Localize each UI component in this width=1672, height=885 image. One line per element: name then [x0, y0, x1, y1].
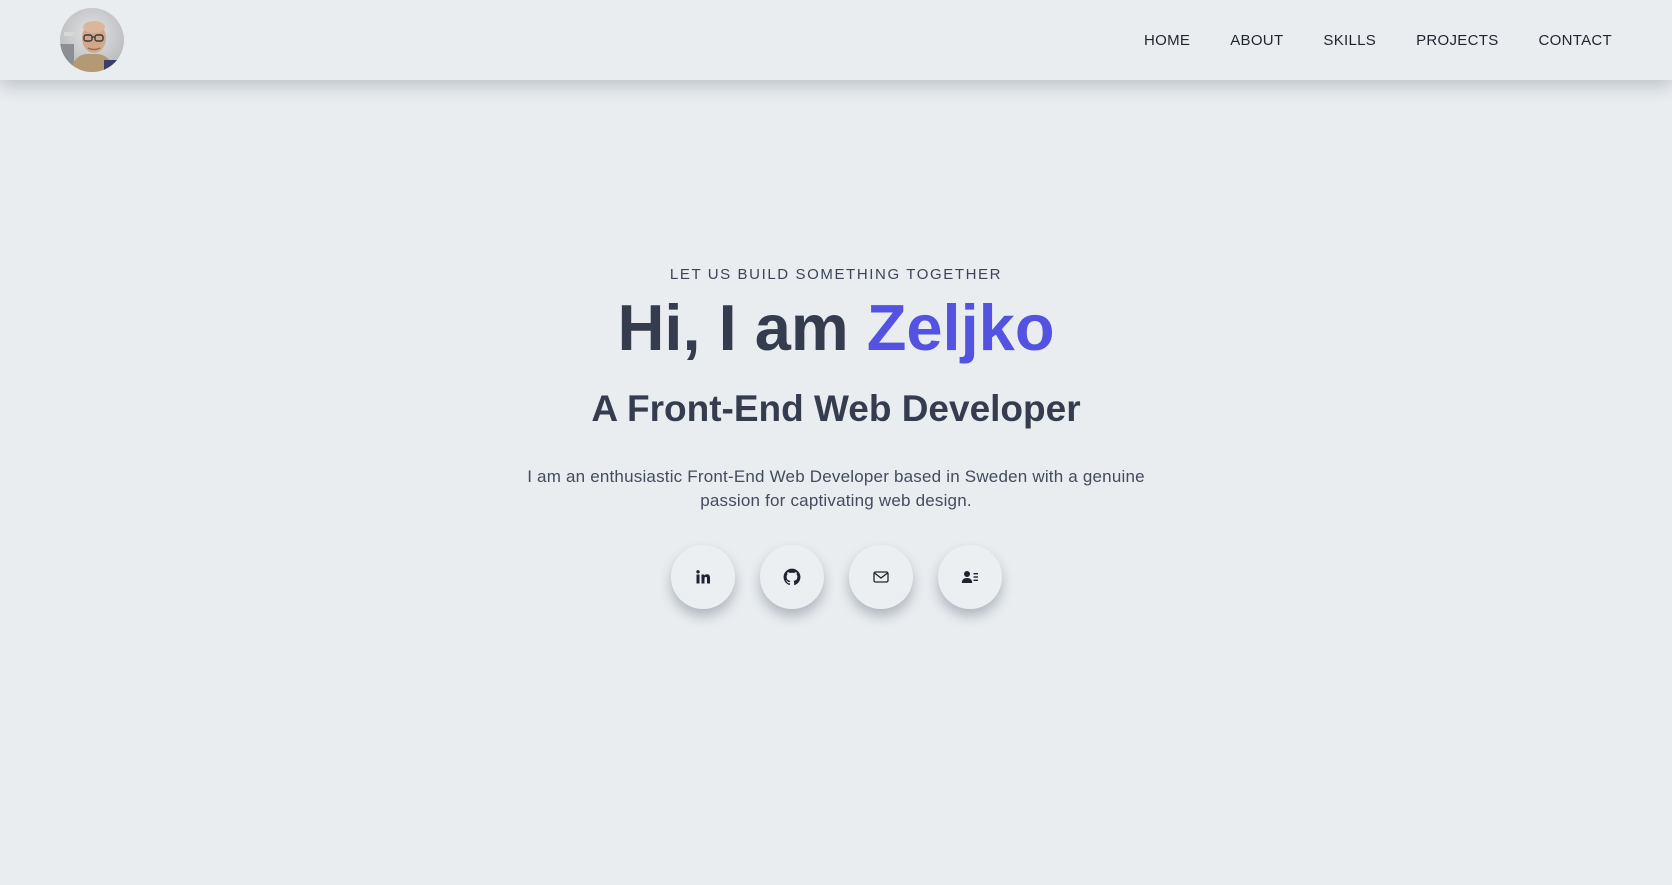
contact-card-button[interactable]	[937, 545, 1002, 609]
nav-contact[interactable]: CONTACT	[1539, 32, 1612, 49]
main-nav: HOME ABOUT SKILLS PROJECTS CONTACT	[1144, 0, 1612, 80]
hero-section: LET US BUILD SOMETHING TOGETHER Hi, I am…	[0, 80, 1672, 885]
greeting-text: Hi, I am	[617, 291, 867, 364]
hero-intro: I am an enthusiastic Front-End Web Devel…	[527, 467, 1145, 510]
mail-icon	[872, 569, 889, 585]
github-button[interactable]	[759, 545, 824, 609]
nav-projects[interactable]: PROJECTS	[1416, 32, 1498, 49]
avatar-photo	[60, 8, 124, 72]
contact-card-icon	[961, 569, 979, 585]
nav-skills[interactable]: SKILLS	[1323, 32, 1376, 49]
page: HOME ABOUT SKILLS PROJECTS CONTACT LET U…	[0, 0, 1672, 885]
hero-headline: Hi, I am Zeljko	[0, 292, 1672, 364]
linkedin-button[interactable]	[670, 545, 735, 609]
nav-about[interactable]: ABOUT	[1230, 32, 1283, 49]
hero-subtitle: A Front-End Web Developer	[591, 388, 1081, 429]
social-links	[0, 545, 1672, 609]
github-icon	[783, 568, 801, 586]
email-button[interactable]	[848, 545, 913, 609]
developer-name: Zeljko	[866, 291, 1055, 364]
linkedin-icon	[695, 569, 711, 585]
hero-tagline: LET US BUILD SOMETHING TOGETHER	[669, 266, 1003, 283]
nav-home[interactable]: HOME	[1144, 32, 1190, 49]
avatar[interactable]	[60, 8, 124, 72]
navbar: HOME ABOUT SKILLS PROJECTS CONTACT	[0, 0, 1672, 80]
